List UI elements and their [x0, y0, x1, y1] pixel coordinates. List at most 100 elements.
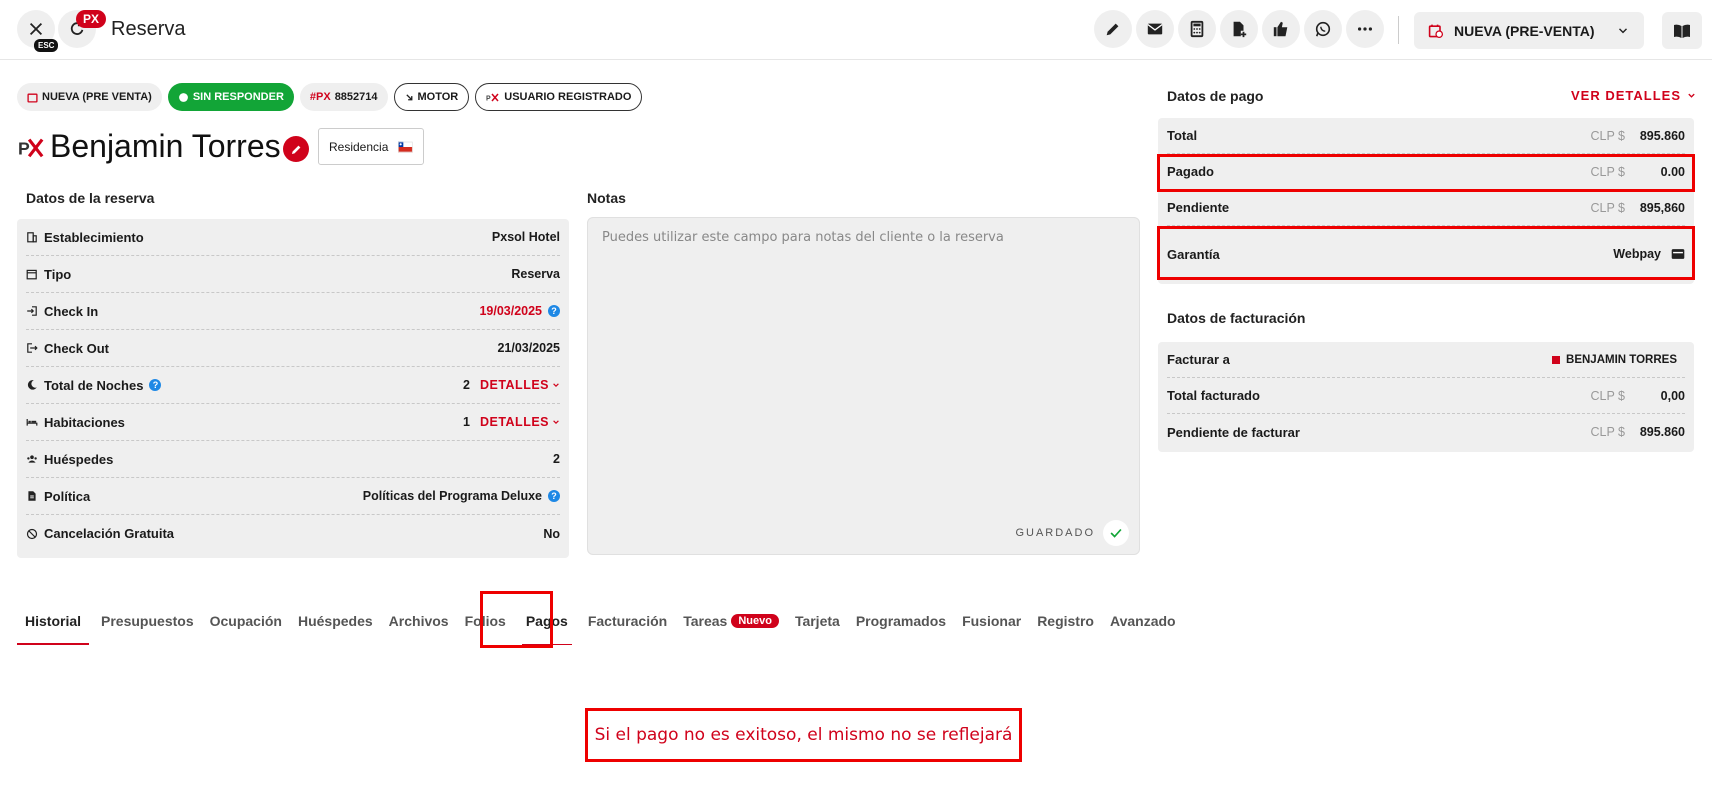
calculator-button[interactable]: [1178, 10, 1216, 48]
notes-textarea[interactable]: [588, 218, 1139, 508]
currency-pendiente: CLP $: [1590, 200, 1625, 215]
thumbs-up-icon: [1273, 21, 1288, 37]
svg-text:P: P: [486, 95, 491, 102]
chip-user-label: USUARIO REGISTRADO: [504, 91, 632, 103]
value-facturar-a[interactable]: BENJAMIN TORRES: [1566, 354, 1677, 366]
highlight-pagado: [1157, 154, 1695, 192]
saved-check: [1103, 520, 1129, 546]
tab-tareas-label: Tareas: [683, 613, 728, 629]
help-icon[interactable]: ?: [548, 305, 560, 317]
tab-tarjeta[interactable]: Tarjeta: [787, 607, 848, 635]
check-icon: [1110, 528, 1122, 538]
bed-icon: [26, 419, 38, 426]
currency-pendiente-facturar: CLP $: [1590, 425, 1625, 439]
edit-guest-button[interactable]: [283, 136, 309, 162]
noches-detalles-link[interactable]: DETALLES: [480, 378, 560, 392]
row-tipo: Tipo Reserva: [26, 256, 560, 293]
approve-button[interactable]: [1262, 10, 1300, 48]
tab-historial[interactable]: Historial: [17, 607, 90, 645]
add-document-button[interactable]: [1220, 10, 1258, 48]
status-select[interactable]: NUEVA (PRE-VENTA): [1414, 12, 1644, 49]
pencil-icon: [291, 145, 300, 154]
tab-archivos[interactable]: Archivos: [381, 607, 457, 635]
ver-detalles-link[interactable]: VER DETALLES: [1571, 88, 1696, 103]
annotation-text: Si el pago no es exitoso, el mismo no se…: [594, 725, 1013, 745]
row-checkin: Check In 19/03/2025?: [26, 293, 560, 330]
pago-section-title: Datos de pago: [1167, 88, 1264, 104]
value-establecimiento: Pxsol Hotel: [491, 230, 560, 244]
whatsapp-button[interactable]: [1304, 10, 1342, 48]
more-icon: [1357, 27, 1373, 31]
billing-marker: [1552, 355, 1561, 364]
label-total-facturado: Total facturado: [1167, 388, 1260, 403]
policy-document-icon: [28, 491, 36, 501]
label-total: Total: [1167, 128, 1198, 143]
login-icon: [27, 306, 37, 316]
chevron-down-icon: [553, 420, 559, 425]
notes-panel: GUARDADO: [587, 217, 1140, 555]
edit-button[interactable]: [1094, 10, 1132, 48]
tab-registro[interactable]: Registro: [1029, 607, 1102, 635]
reserva-panel: Establecimiento Pxsol Hotel Tipo Reserva…: [17, 219, 569, 558]
calendar-icon: [27, 93, 38, 103]
value-habitaciones: 1: [463, 415, 470, 429]
tab-facturacion[interactable]: Facturación: [580, 607, 675, 635]
users-icon: [27, 455, 37, 463]
row-pendiente: Pendiente CLP $ 895,860: [1167, 190, 1685, 226]
notas-section-title: Notas: [587, 190, 626, 206]
chip-user[interactable]: P USUARIO REGISTRADO: [475, 83, 643, 111]
chevron-down-icon: [1619, 27, 1627, 33]
guide-button[interactable]: [1662, 12, 1702, 49]
arrow-down-right-icon: [405, 93, 412, 100]
status-chips: NUEVA (PRE VENTA) SIN RESPONDER #PX 8852…: [17, 83, 643, 111]
label-noches: Total de Noches: [44, 377, 144, 393]
cancel-icon: [26, 528, 38, 539]
chip-px-number[interactable]: #PX 8852714: [299, 83, 388, 111]
status-select-label: NUEVA (PRE-VENTA): [1454, 22, 1595, 39]
value-noches: 2: [463, 378, 470, 392]
tab-programados[interactable]: Programados: [848, 607, 954, 635]
label-checkin: Check In: [44, 303, 99, 319]
building-icon: [27, 232, 37, 243]
row-total-facturado: Total facturado CLP $ 0,00: [1167, 378, 1685, 414]
chip-status[interactable]: NUEVA (PRE VENTA): [17, 83, 162, 111]
chip-response-label: SIN RESPONDER: [192, 91, 284, 103]
reserva-section-title: Datos de la reserva: [26, 190, 155, 206]
row-noches: Total de Noches? 2 DETALLES: [26, 367, 560, 404]
value-checkout: 21/03/2025: [497, 341, 560, 355]
chip-source[interactable]: MOTOR: [393, 83, 470, 111]
label-huespedes: Huéspedes: [44, 451, 114, 467]
email-button[interactable]: [1136, 10, 1174, 48]
label-cancelacion: Cancelación Gratuita: [44, 526, 175, 541]
value-tipo: Reserva: [511, 267, 560, 281]
value-politica: Políticas del Programa Deluxe: [362, 489, 542, 503]
highlight-pagos-tab: [480, 591, 553, 648]
calculator-icon: [1190, 20, 1204, 38]
currency-total-facturado: CLP $: [1590, 388, 1625, 403]
residencia-selector[interactable]: Residencia: [318, 128, 424, 165]
tab-presupuestos[interactable]: Presupuestos: [93, 607, 202, 635]
habitaciones-detalles-link[interactable]: DETALLES: [480, 415, 560, 429]
more-button[interactable]: [1346, 10, 1384, 48]
chip-response[interactable]: SIN RESPONDER: [167, 83, 294, 111]
row-politica: Política Políticas del Programa Deluxe?: [26, 478, 560, 515]
calendar-clock-icon: [1428, 24, 1444, 38]
label-establecimiento: Establecimiento: [44, 229, 144, 245]
tab-tareas[interactable]: Tareas Nuevo: [675, 607, 787, 635]
close-icon: [29, 22, 43, 36]
highlight-garantia: [1157, 226, 1695, 280]
tab-huespedes[interactable]: Huéspedes: [290, 607, 381, 635]
habitaciones-detalles-label: DETALLES: [479, 415, 549, 429]
tab-ocupacion[interactable]: Ocupación: [202, 607, 290, 635]
value-cancelacion: No: [543, 526, 560, 541]
toolbar-divider: [1398, 16, 1399, 44]
value-huespedes: 2: [553, 452, 560, 466]
tab-fusionar[interactable]: Fusionar: [954, 607, 1029, 635]
saved-indicator: GUARDADO: [1015, 520, 1129, 546]
help-icon[interactable]: ?: [548, 490, 560, 502]
book-open-icon: [1674, 24, 1690, 38]
help-icon[interactable]: ?: [149, 379, 162, 391]
chip-source-label: MOTOR: [417, 91, 459, 103]
tab-avanzado[interactable]: Avanzado: [1102, 607, 1184, 635]
amount-pendiente-facturar: 895.860: [1639, 425, 1685, 439]
